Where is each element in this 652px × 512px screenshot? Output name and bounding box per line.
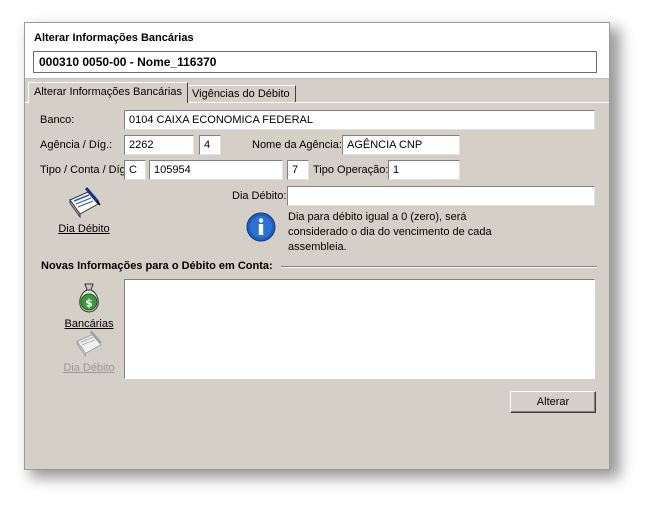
account-display: 000310 0050-00 - Nome_116370	[33, 51, 597, 73]
conta-digito-field[interactable]: 7	[287, 160, 309, 180]
agencia-field[interactable]: 2262	[124, 135, 194, 155]
dia-debito-disabled-button[interactable]: Dia Débito	[59, 329, 119, 374]
money-bag-icon: $	[79, 283, 99, 313]
dia-debito-button-label: Dia Débito	[58, 223, 110, 235]
agencia-label: Agência / Díg.:	[40, 139, 113, 151]
header-panel: Alterar Informações Bancárias 000310 005…	[25, 23, 609, 79]
tipo-conta-label: Tipo / Conta / Díg:	[40, 164, 129, 176]
alterar-button[interactable]: Alterar	[510, 391, 596, 413]
svg-text:$: $	[85, 297, 93, 310]
nome-agencia-label: Nome da Agência:	[252, 139, 342, 151]
tab-vigencias-debito[interactable]: Vigências do Débito	[186, 85, 296, 103]
page-title: Alterar Informações Bancárias	[34, 32, 194, 44]
info-icon	[246, 212, 276, 242]
dialog-window: Alterar Informações Bancárias 000310 005…	[24, 22, 610, 470]
new-info-panel[interactable]	[124, 279, 595, 379]
banco-label: Banco:	[40, 114, 75, 126]
tipo-operacao-field[interactable]: 1	[388, 160, 460, 180]
banco-field[interactable]: 0104 CAIXA ECONOMICA FEDERAL	[124, 110, 595, 130]
tipo-field[interactable]: C	[124, 160, 146, 180]
bancarias-button[interactable]: $ Bancárias	[59, 281, 119, 330]
novas-informacoes-title: Novas Informações para o Débito em Conta…	[41, 260, 273, 272]
dia-debito-button[interactable]: Dia Débito	[51, 186, 117, 235]
agencia-digito-field[interactable]: 4	[199, 135, 221, 155]
nome-agencia-field[interactable]: AGÊNCIA CNP	[342, 135, 460, 155]
conta-field[interactable]: 105954	[149, 160, 283, 180]
info-message: Dia para débito igual a 0 (zero), será c…	[288, 211, 492, 253]
tipo-operacao-label: Tipo Operação:	[313, 164, 389, 176]
calendar-pen-disabled-icon	[76, 330, 102, 358]
dia-debito-disabled-label: Dia Débito	[63, 362, 115, 374]
group-divider	[281, 266, 597, 268]
dia-debito-label: Dia Débito:	[232, 190, 287, 202]
dia-debito-field[interactable]	[287, 186, 595, 206]
calendar-pen-icon	[69, 187, 101, 219]
tab-alterar-informacoes[interactable]: Alterar Informações Bancárias	[28, 82, 188, 103]
